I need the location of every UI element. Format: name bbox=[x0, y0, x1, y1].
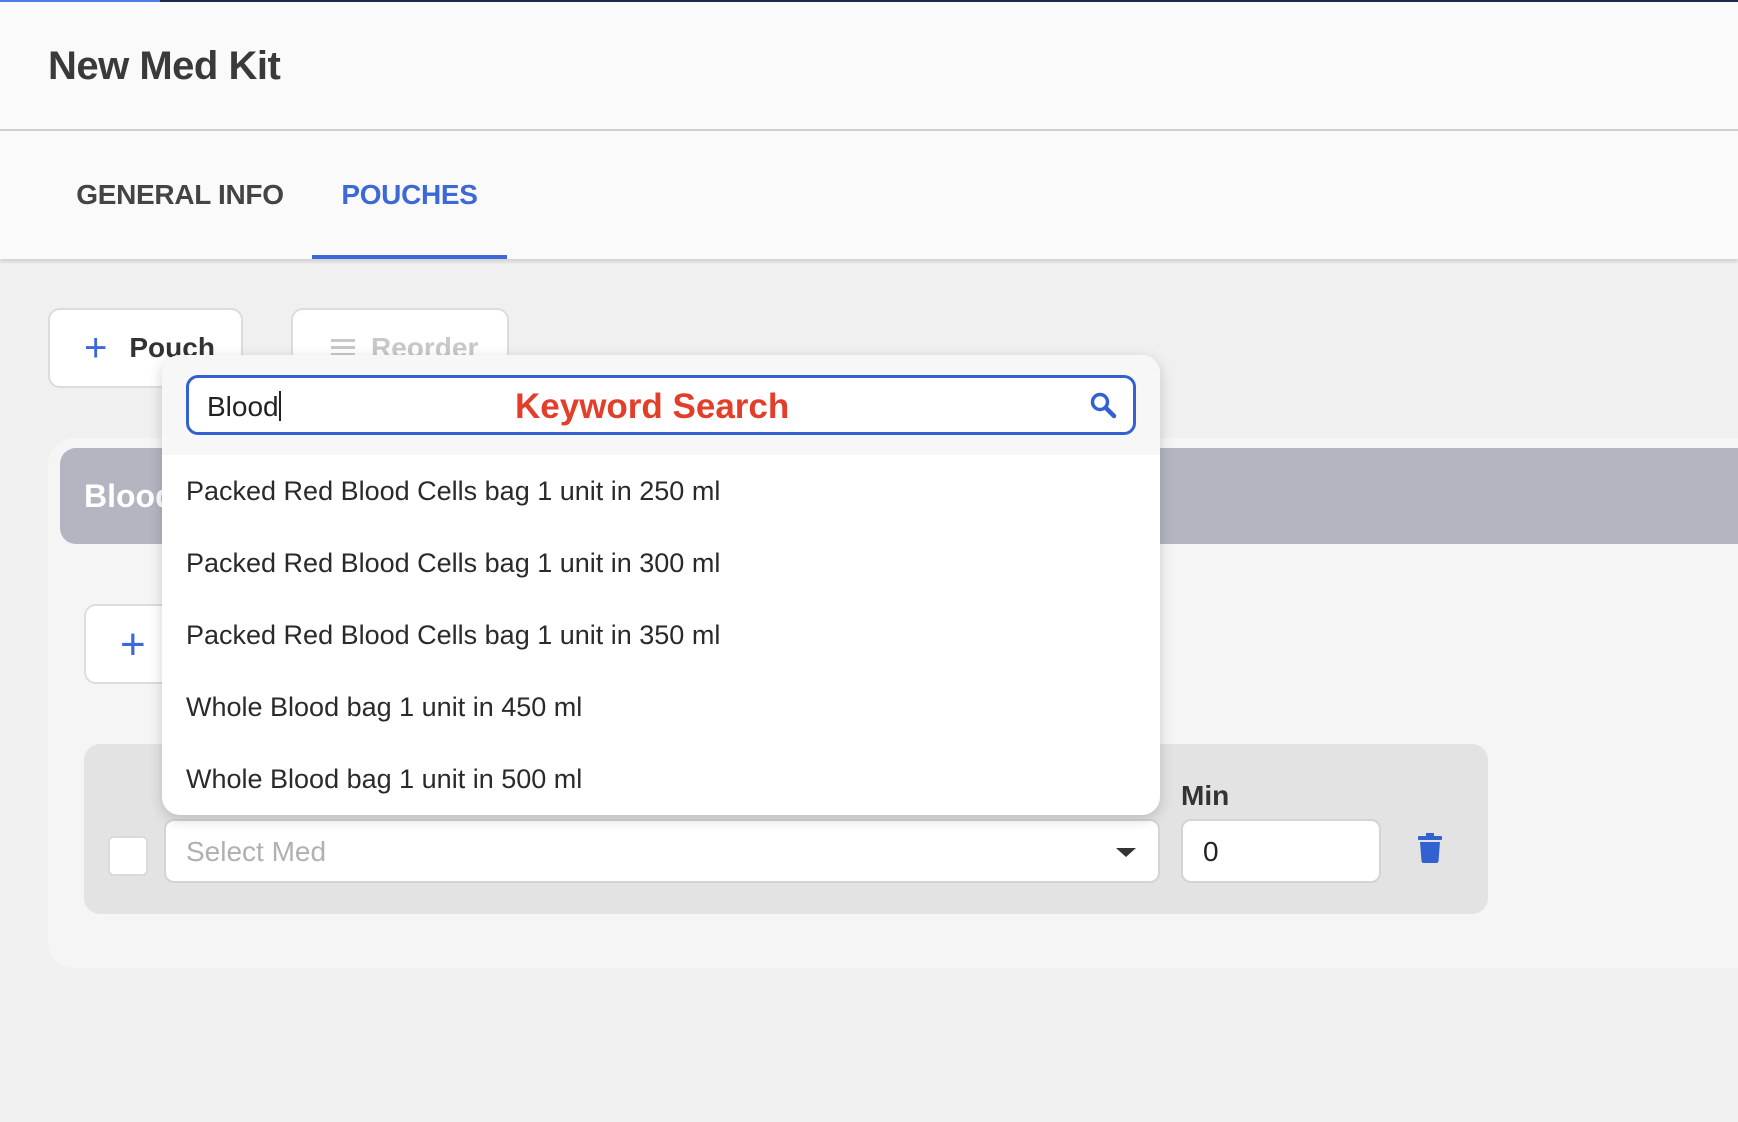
select-med-dropdown[interactable]: Select Med bbox=[164, 819, 1160, 883]
search-area: Blood Keyword Search bbox=[162, 355, 1160, 455]
min-label: Min bbox=[1181, 780, 1230, 811]
plus-icon: + bbox=[84, 326, 108, 370]
med-search-dropdown: Blood Keyword Search Packed Red Blood Ce… bbox=[162, 355, 1160, 815]
option-item[interactable]: Packed Red Blood Cells bag 1 unit in 250… bbox=[162, 455, 1160, 527]
plus-icon: + bbox=[120, 620, 146, 669]
tab-pouches[interactable]: POUCHES bbox=[312, 131, 507, 259]
min-input[interactable]: 0 bbox=[1181, 819, 1381, 883]
page-title: New Med Kit bbox=[48, 44, 281, 88]
min-value: 0 bbox=[1203, 836, 1219, 867]
search-icon[interactable] bbox=[1089, 391, 1117, 419]
text-cursor bbox=[278, 391, 281, 421]
page-header: New Med Kit bbox=[0, 2, 1738, 131]
tab-general-info[interactable]: GENERAL INFO bbox=[48, 131, 312, 259]
select-med-placeholder: Select Med bbox=[186, 836, 327, 867]
search-annotation: Keyword Search bbox=[515, 387, 790, 426]
row-checkbox[interactable] bbox=[108, 836, 148, 876]
keyword-search-input[interactable]: Blood Keyword Search bbox=[186, 375, 1136, 435]
option-item[interactable]: Whole Blood bag 1 unit in 500 ml bbox=[162, 743, 1160, 815]
search-value: Blood bbox=[207, 391, 279, 422]
option-item[interactable]: Packed Red Blood Cells bag 1 unit in 350… bbox=[162, 599, 1160, 671]
trash-icon[interactable] bbox=[1418, 833, 1442, 863]
caret-down-icon bbox=[1116, 848, 1136, 857]
options-list: Packed Red Blood Cells bag 1 unit in 250… bbox=[162, 455, 1160, 815]
option-item[interactable]: Whole Blood bag 1 unit in 450 ml bbox=[162, 671, 1160, 743]
tab-bar: GENERAL INFO POUCHES bbox=[0, 131, 1738, 259]
option-item[interactable]: Packed Red Blood Cells bag 1 unit in 300… bbox=[162, 527, 1160, 599]
